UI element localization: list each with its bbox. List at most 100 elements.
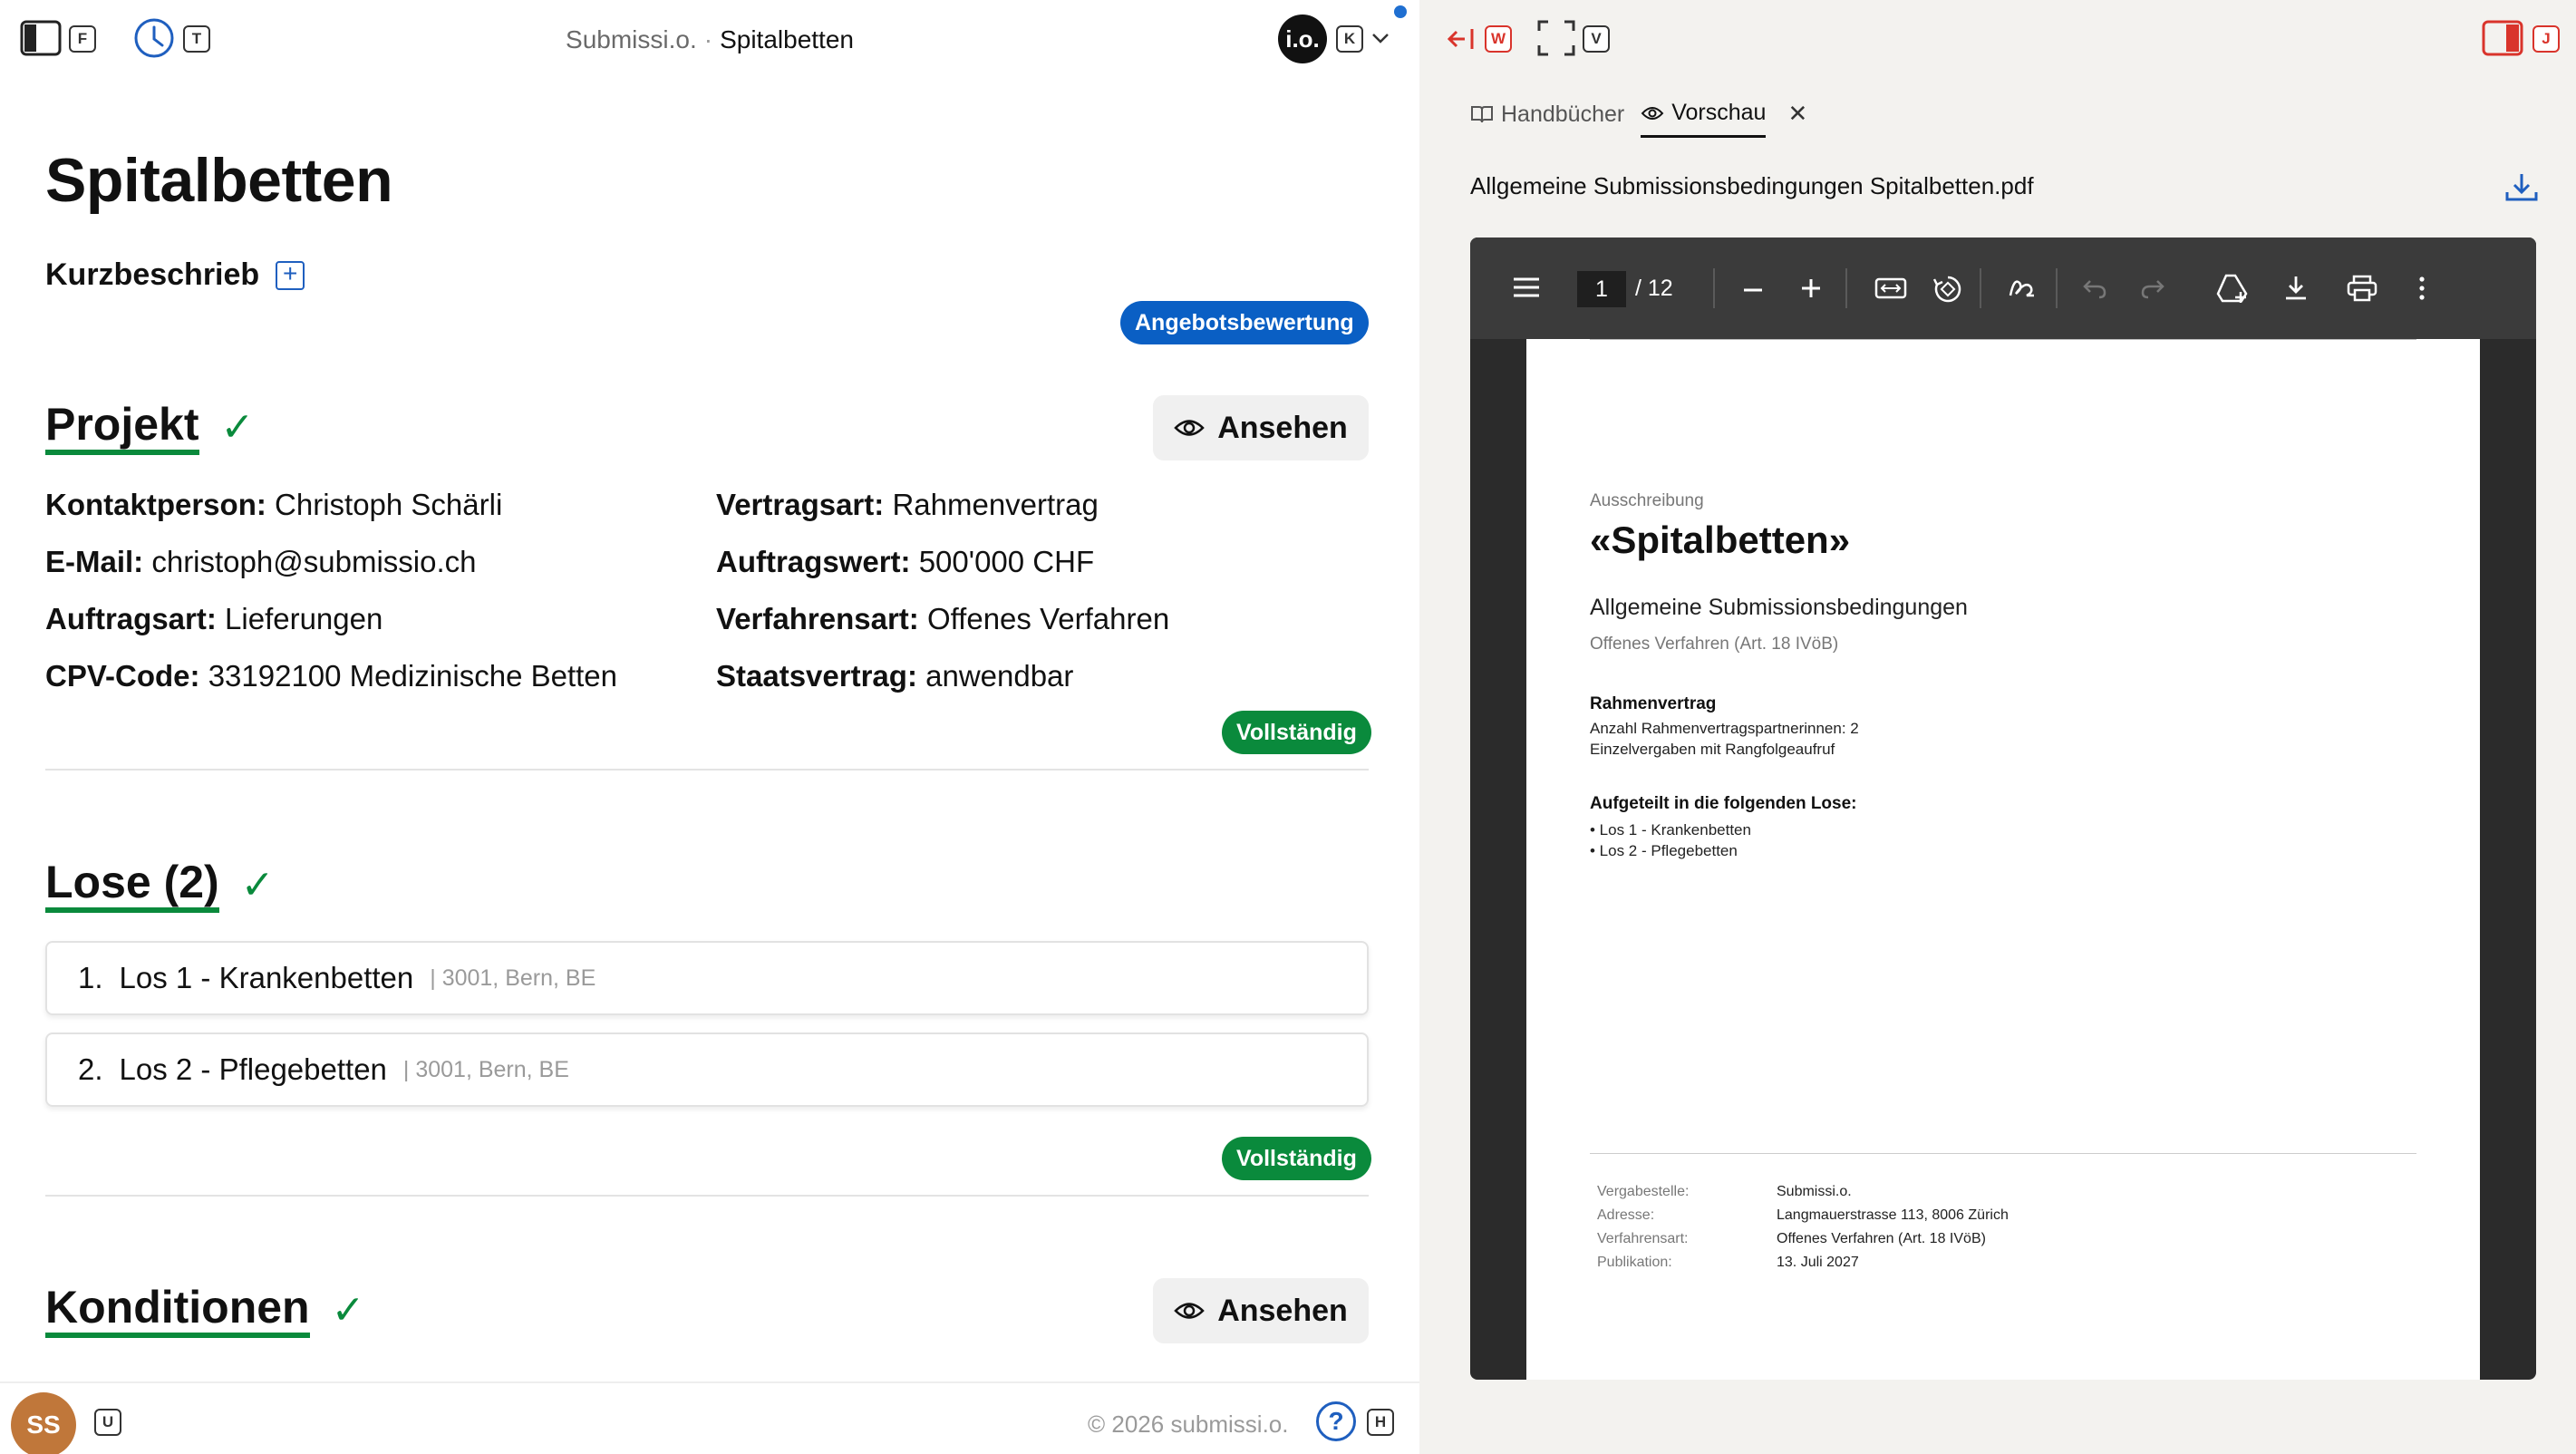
toolbar-separator (1713, 268, 1715, 308)
page-title: Spitalbetten (45, 146, 393, 215)
fit-page-icon[interactable] (1874, 276, 1907, 301)
menu-icon[interactable] (1512, 276, 1541, 299)
shortcut-key-h: H (1367, 1409, 1394, 1436)
field-verfahrensart: Verfahrensart: Offenes Verfahren (716, 602, 1170, 635)
lot-number: 2. (78, 1052, 103, 1086)
doc-footer-value: Submissi.o. (1777, 1184, 1852, 1199)
doc-footer-key: Verfahrensart: (1597, 1231, 1689, 1246)
copyright: © 2026 submissi.o. (1088, 1410, 1289, 1438)
download-icon[interactable] (2503, 170, 2540, 205)
print-icon[interactable] (2346, 274, 2378, 303)
doc-label: Ausschreibung (1590, 491, 1704, 510)
check-icon: ✓ (331, 1287, 365, 1333)
chevron-down-icon[interactable] (1370, 31, 1390, 45)
zoom-in-icon[interactable] (1798, 276, 1824, 301)
doc-procedure: Offenes Verfahren (Art. 18 IVöB) (1590, 635, 1839, 654)
lot-item[interactable]: 1. Los 1 - Krankenbetten | 3001, Bern, B… (45, 941, 1369, 1015)
lot-location: | 3001, Bern, BE (402, 1056, 569, 1082)
projekt-view-label: Ansehen (1217, 410, 1348, 445)
field-email: E-Mail: christoph@submissio.ch (45, 545, 477, 578)
shortcut-key-j: J (2532, 25, 2560, 53)
field-vertragsart: Vertragsart: Rahmenvertrag (716, 488, 1099, 521)
undo-icon[interactable] (2081, 276, 2108, 301)
eye-icon (1174, 420, 1205, 436)
tab-handbuecher-label: Handbücher (1501, 101, 1625, 127)
divider (45, 769, 1369, 771)
close-tab-icon[interactable]: ✕ (1787, 100, 1807, 138)
divider (45, 1195, 1369, 1197)
lot-number: 1. (78, 961, 103, 994)
help-button[interactable]: ? (1316, 1401, 1356, 1441)
doc-footer-value: 13. Juli 2027 (1777, 1255, 1859, 1270)
main-pane: F T Submissi.o. · Spitalbetten i.o. K Spit… (0, 0, 1419, 1454)
doc-lot-item: • Los 1 - Krankenbetten (1590, 821, 1751, 838)
lose-status-badge: Vollständig (1222, 1137, 1371, 1180)
kurzbeschrieb-row: Kurzbeschrieb + (45, 257, 305, 293)
tab-vorschau-label: Vorschau (1671, 100, 1767, 125)
shortcut-key-k: K (1336, 25, 1363, 53)
check-icon: ✓ (220, 404, 255, 450)
check-icon: ✓ (240, 862, 275, 907)
field-staatsvertrag: Staatsvertrag: anwendbar (716, 659, 1074, 693)
doc-title: «Spitalbetten» (1590, 519, 1851, 561)
shortcut-key-w: W (1485, 25, 1512, 53)
konditionen-heading: Konditionen ✓ (45, 1282, 364, 1338)
doc-lot-item: • Los 2 - Pflegebetten (1590, 842, 1738, 859)
eye-icon (1174, 1303, 1205, 1319)
breadcrumb-app[interactable]: Submissi.o. (566, 25, 697, 53)
account-avatar[interactable]: i.o. (1278, 15, 1327, 63)
footer: SS U © 2026 submissi.o. ? H (0, 1381, 1419, 1454)
draw-icon[interactable] (2007, 274, 2038, 303)
projekt-view-button[interactable]: Ansehen (1153, 395, 1369, 460)
field-kontaktperson: Kontaktperson: Christoph Schärli (45, 488, 503, 521)
doc-subtitle: Allgemeine Submissionsbedingungen (1590, 595, 1968, 620)
doc-footer-rule (1590, 1153, 2416, 1154)
konditionen-view-label: Ansehen (1217, 1293, 1348, 1328)
book-icon (1471, 106, 1493, 123)
user-avatar[interactable]: SS (11, 1392, 76, 1454)
field-auftragswert: Auftragswert: 500'000 CHF (716, 545, 1095, 578)
tab-handbuecher[interactable]: Handbücher (1470, 100, 1624, 138)
page-top-rule (1590, 339, 2416, 340)
panel-toggle-icon[interactable] (2482, 20, 2523, 56)
doc-contract-line: Einzelvergaben mit Rangfolgeaufruf (1590, 741, 1835, 758)
notification-dot (1394, 5, 1407, 18)
preview-tabs: Handbücher Vorschau ✕ (1470, 100, 1807, 138)
pdf-download-icon[interactable] (2282, 274, 2310, 303)
rotate-icon[interactable] (1932, 274, 1963, 305)
lot-name: Los 1 - Krankenbetten (119, 961, 414, 994)
add-kurzbeschrieb-button[interactable]: + (276, 260, 305, 290)
redo-icon[interactable] (2139, 276, 2166, 301)
close-panel-icon[interactable] (1447, 25, 1476, 53)
eye-icon (1641, 106, 1664, 120)
more-options-icon[interactable] (2416, 274, 2427, 303)
page-count: / 12 (1635, 276, 1673, 301)
konditionen-title[interactable]: Konditionen (45, 1282, 310, 1338)
projekt-title[interactable]: Projekt (45, 399, 199, 455)
kurzbeschrieb-label: Kurzbeschrieb (45, 257, 260, 292)
doc-footer-key: Vergabestelle: (1597, 1184, 1690, 1199)
tab-vorschau[interactable]: Vorschau (1641, 100, 1767, 138)
breadcrumb-separator: · (703, 25, 713, 53)
konditionen-view-button[interactable]: Ansehen (1153, 1278, 1369, 1343)
zoom-out-icon[interactable] (1740, 277, 1766, 303)
lot-name: Los 2 - Pflegebetten (119, 1052, 387, 1086)
pdf-filename: Allgemeine Submissionsbedingungen Spital… (1470, 172, 2034, 199)
angebotsbewertung-badge[interactable]: Angebotsbewertung (1120, 301, 1369, 344)
lose-heading: Lose (2) ✓ (45, 857, 275, 913)
lot-item[interactable]: 2. Los 2 - Pflegebetten | 3001, Bern, BE (45, 1032, 1369, 1107)
preview-pane: W V J Handbücher Vorschau ✕ Allgemeine S… (1419, 0, 2576, 1454)
pdf-toolbar: 1 / 12 (1470, 237, 2536, 339)
expand-icon[interactable] (1537, 20, 1575, 56)
projekt-status-badge: Vollständig (1222, 711, 1371, 754)
lose-title[interactable]: Lose (2) (45, 857, 219, 913)
doc-contract-line: Anzahl Rahmenvertragspartnerinnen: 2 (1590, 720, 1859, 737)
toolbar-separator (1845, 268, 1847, 308)
shortcut-key-v: V (1583, 25, 1610, 53)
field-auftragsart: Auftragsart: Lieferungen (45, 602, 383, 635)
lot-location: | 3001, Bern, BE (430, 964, 596, 991)
page-number-input[interactable]: 1 (1577, 271, 1626, 307)
doc-footer-value: Langmauerstrasse 113, 8006 Zürich (1777, 1207, 2009, 1223)
drive-add-icon[interactable] (2215, 272, 2250, 305)
pdf-page: Ausschreibung «Spitalbetten» Allgemeine … (1526, 339, 2480, 1380)
